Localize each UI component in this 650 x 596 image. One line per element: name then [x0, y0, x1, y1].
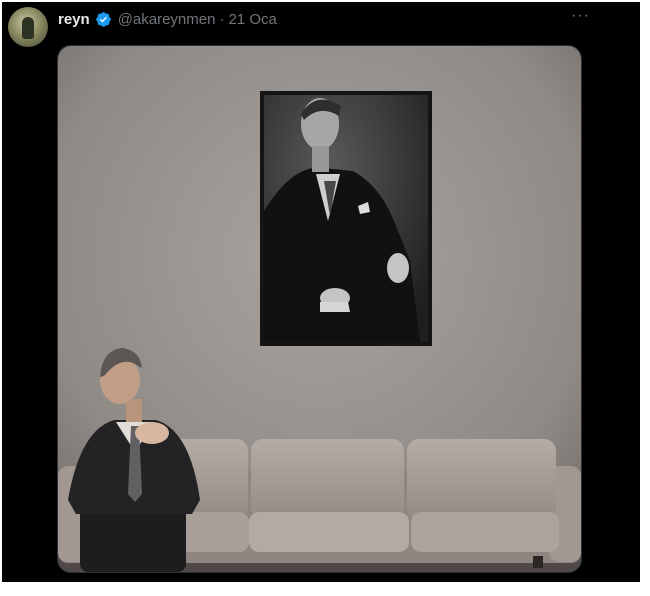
verified-badge-icon	[95, 11, 112, 28]
user-avatar[interactable]	[8, 7, 48, 47]
tweet-card[interactable]: reyn @akareynmen · 21 Oca ···	[2, 2, 640, 582]
more-options-icon[interactable]: ···	[571, 8, 590, 24]
framed-portrait	[260, 91, 432, 346]
avatar-figure	[22, 17, 34, 39]
tweet-header: reyn @akareynmen · 21 Oca	[58, 9, 277, 29]
tweet-date[interactable]: 21 Oca	[228, 11, 276, 28]
display-name[interactable]: reyn	[58, 11, 90, 28]
photo-scene	[58, 46, 581, 572]
tweet-photo[interactable]	[57, 45, 582, 573]
header-separator: ·	[219, 10, 225, 28]
user-handle[interactable]: @akareynmen	[118, 11, 216, 28]
